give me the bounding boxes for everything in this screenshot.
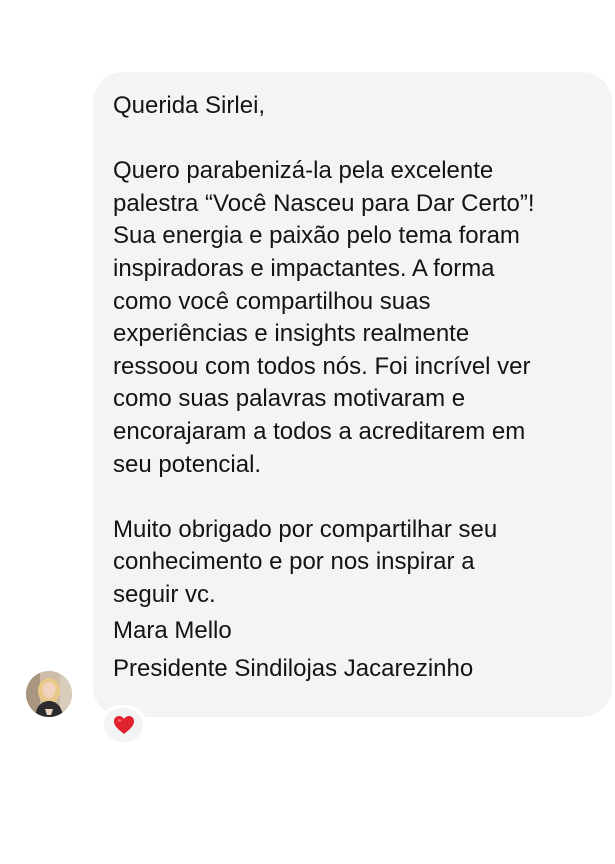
message-line: Sua energia e paixão pelo tema foram bbox=[113, 222, 520, 250]
signature-name: Mara Mello bbox=[113, 616, 232, 644]
message-line: experiências e insights realmente bbox=[113, 320, 470, 348]
message-line: seu potencial. bbox=[113, 450, 262, 478]
message-line: ressoou com todos nós. Foi incrível ver bbox=[113, 352, 531, 380]
message-line: como suas palavras motivaram e bbox=[113, 385, 466, 413]
message-line: como você compartilhou suas bbox=[113, 287, 431, 315]
message-thread: Querida Sirlei, Quero parabenizá-la pela… bbox=[0, 0, 615, 864]
sender-avatar[interactable] bbox=[26, 671, 72, 717]
message-line: palestra “Você Nasceu para Dar Certo”! bbox=[113, 189, 535, 217]
message-bubble[interactable]: Querida Sirlei, Quero parabenizá-la pela… bbox=[93, 72, 612, 717]
message-line: seguir vc. bbox=[113, 580, 216, 608]
message-line: Quero parabenizá-la pela excelente bbox=[113, 157, 494, 185]
message-line: encorajaram a todos a acreditarem em bbox=[113, 417, 526, 445]
message-line: Muito obrigado por compartilhar seu bbox=[113, 515, 498, 543]
message-line: inspiradoras e impactantes. A forma bbox=[113, 254, 495, 282]
red-heart-icon bbox=[113, 716, 134, 734]
signature-title: Presidente Sindilojas Jacarezinho bbox=[113, 654, 474, 682]
message-greeting: Querida Sirlei, bbox=[113, 92, 266, 119]
reaction-badge[interactable] bbox=[101, 705, 146, 745]
avatar-photo-icon bbox=[26, 671, 72, 717]
message-line: conhecimento e por nos inspirar a bbox=[113, 548, 475, 576]
